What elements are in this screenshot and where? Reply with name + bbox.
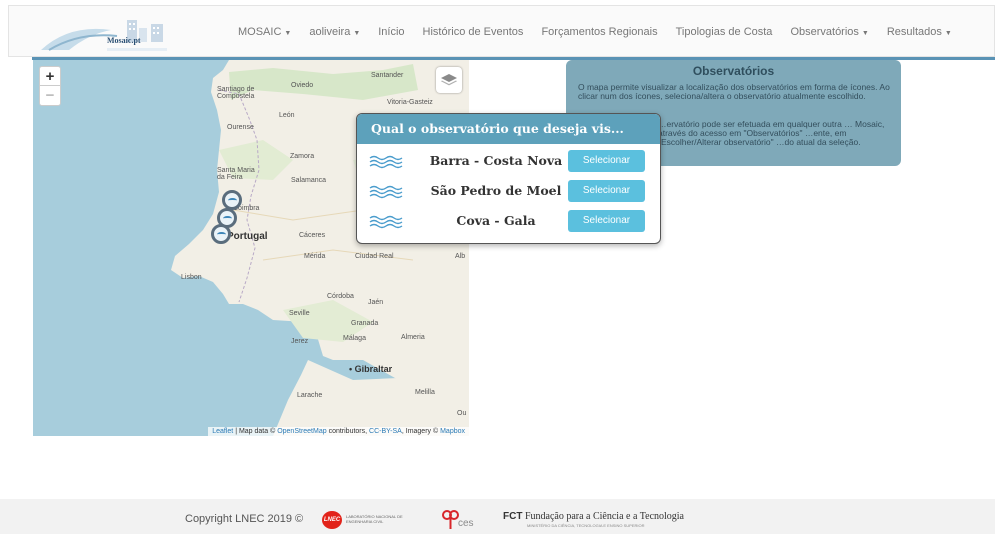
caret-down-icon: ▼ (861, 30, 869, 37)
map-label-oviedo: Oviedo (291, 82, 314, 89)
observatory-name: São Pedro de Moel (430, 183, 562, 198)
nav-item-3[interactable]: Histórico de Eventos (414, 26, 533, 38)
select-observatory-button[interactable]: Selecionar (568, 210, 645, 232)
info-panel-title: Observatórios (692, 64, 775, 78)
nav-item-label: Forçamentos Regionais (541, 26, 658, 38)
lnec-logo: LNEC (322, 511, 342, 529)
map-label-ciudad-real: Ciudad Real (355, 253, 394, 260)
logo-text: Mosaic.pt (107, 36, 141, 45)
mapbox-link[interactable]: Mapbox (440, 428, 465, 435)
map-label-santander: Santander (371, 72, 404, 79)
dialog-title: Qual o observatório que deseja vis... (357, 114, 660, 144)
map-label-gibraltar: • Gibraltar (349, 364, 393, 374)
nav-item-label: Observatórios (790, 26, 859, 38)
layers-button[interactable] (436, 67, 462, 93)
nav-item-label: MOSAIC (238, 26, 282, 38)
map-label-portugal: Portugal (227, 231, 268, 242)
nav-item-4[interactable]: Forçamentos Regionais (532, 26, 666, 38)
map-label-leon: León (279, 112, 295, 119)
nav-item-label: Início (378, 26, 405, 38)
observatory-name: Barra - Costa Nova (429, 153, 563, 168)
info-panel-paragraph-1: O mapa permite visualizar a localização … (578, 82, 890, 101)
license-link[interactable]: CC-BY-SA (369, 428, 402, 435)
nav-item-0[interactable]: MOSAIC ▼ (229, 26, 300, 38)
lnec-name: LABORATÓRIO NACIONAL DE ENGENHARIA CIVIL (346, 514, 403, 524)
map-label-zamora: Zamora (290, 153, 315, 160)
osm-link[interactable]: OpenStreetMap (277, 428, 326, 435)
nav-menu: MOSAIC ▼ aoliveira ▼ Início Histórico de Even… (229, 6, 961, 58)
footer: Copyright LNEC 2019 © LNEC LABORATÓRIO N… (0, 499, 995, 534)
select-observatory-button[interactable]: Selecionar (568, 180, 645, 202)
caret-down-icon: ▼ (284, 30, 292, 37)
fct-abbr: FCT (503, 511, 523, 522)
observatory-dialog: Qual o observatório que deseja vis... Ba… (356, 113, 661, 244)
observatory-name: Cova - Gala (456, 213, 536, 228)
map-label-cordoba: Córdoba (327, 293, 354, 300)
fct-subtitle: MINISTÉRIO DA CIÊNCIA, TECNOLOGIA E ENSI… (527, 523, 645, 528)
map-label-jaen: Jaén (368, 299, 384, 306)
zoom-out-button[interactable]: − (40, 86, 60, 105)
nav-item-label: Histórico de Eventos (422, 26, 524, 38)
map-label-ou: Ou (457, 410, 467, 417)
map-label-melilla: Melilla (415, 389, 435, 396)
map-label-almeria: Almeria (401, 334, 425, 341)
layers-icon (441, 74, 457, 86)
waves-icon (369, 185, 403, 199)
fct-title: FCT Fundação para a Ciência e a Tecnolog… (503, 511, 684, 522)
map-label-granada: Granada (351, 320, 379, 327)
map-label-larache: Larache (297, 392, 323, 399)
map-label-jerez: Jerez (291, 338, 309, 345)
observatory-marker-sao-pedro[interactable] (211, 224, 231, 244)
map-label-seville: Seville (289, 310, 310, 317)
map-label-lisbon: Lisbon (181, 274, 202, 281)
caret-down-icon: ▼ (944, 30, 952, 37)
map-label-gibraltar-text: Gibraltar (354, 364, 393, 374)
map-label-ourense: Ourense (227, 124, 254, 131)
zoom-in-button[interactable]: + (40, 67, 60, 86)
map-label-santiago: Santiago de Compostela (217, 86, 255, 100)
leaflet-link[interactable]: Leaflet (212, 428, 233, 435)
attribution-text-2: contributors, (326, 428, 370, 435)
mosaic-logo-graphic (41, 20, 167, 51)
observatory-marker-barra[interactable] (222, 190, 242, 210)
select-observatory-button[interactable]: Selecionar (568, 150, 645, 172)
nav-item-6[interactable]: Observatórios ▼ (781, 26, 877, 38)
nav-item-2[interactable]: Início (369, 26, 413, 38)
attribution-text-3: , Imagery © (401, 428, 441, 435)
waves-icon (369, 155, 403, 169)
map-label-malaga: Málaga (343, 335, 366, 342)
nav-item-5[interactable]: Tipologias de Costa (667, 26, 782, 38)
observatory-option: São Pedro de Moel Selecionar (357, 180, 660, 204)
ces-logo: ces (441, 509, 481, 531)
mosaic-logo[interactable]: Mosaic.pt (39, 14, 209, 54)
nav-item-label: Tipologias de Costa (675, 26, 773, 38)
map-label-santa-maria: Santa Maria da Feira (217, 167, 255, 181)
attribution-text-1: | Map data © (233, 428, 278, 435)
app-root: Mosaic.pt MOSAIC ▼ aoliveira ▼ Início Históri… (0, 0, 995, 534)
ces-label: ces (458, 518, 474, 529)
map-label-salamanca: Salamanca (291, 177, 327, 184)
fct-name: Fundação para a Ciência e a Tecnologia (522, 511, 684, 522)
caret-down-icon: ▼ (353, 30, 361, 37)
map-attribution: Leaflet | Map data © OpenStreetMap contr… (208, 427, 469, 436)
map-label-merida: Mérida (304, 253, 326, 260)
observatory-option: Barra - Costa Nova Selecionar (357, 150, 660, 174)
nav-item-label: aoliveira (309, 26, 351, 38)
map-label-albacete: Alb (455, 253, 466, 260)
observatory-option: Cova - Gala Selecionar (357, 210, 660, 234)
waves-icon (369, 215, 403, 229)
zoom-control: + − (39, 66, 61, 106)
map-label-caceres: Cáceres (299, 232, 326, 239)
nav-item-1[interactable]: aoliveira ▼ (300, 26, 369, 38)
nav-item-label: Resultados (886, 26, 942, 38)
navbar: Mosaic.pt MOSAIC ▼ aoliveira ▼ Início Históri… (8, 5, 995, 57)
footer-copyright: Copyright LNEC 2019 © (185, 513, 304, 525)
nav-item-7[interactable]: Resultados ▼ (878, 26, 961, 38)
map-label-vitoria: Vitoria-Gasteiz (387, 99, 433, 106)
